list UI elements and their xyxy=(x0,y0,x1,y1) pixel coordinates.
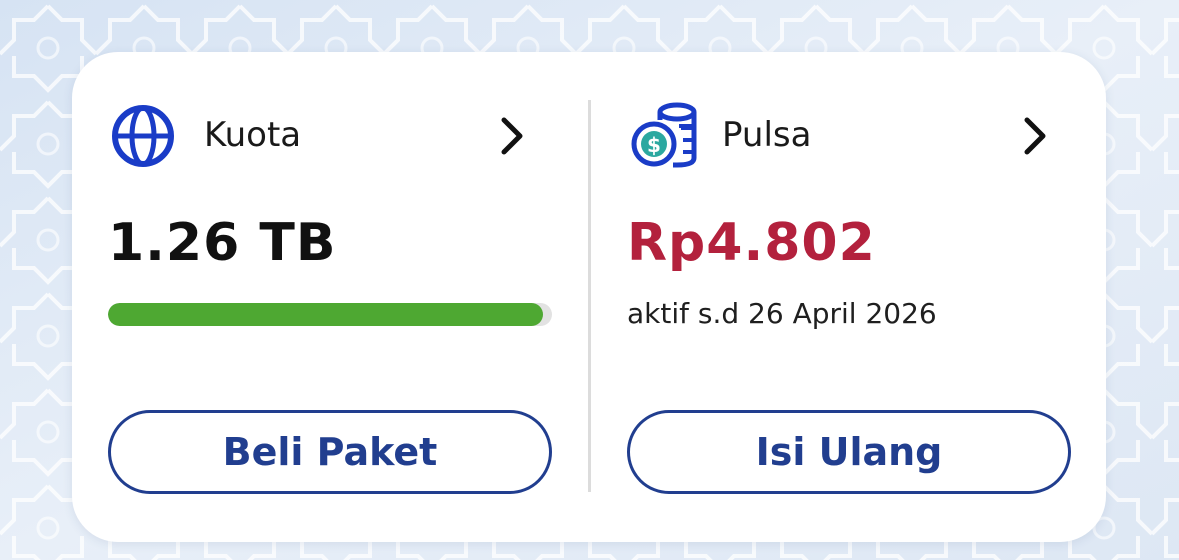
credit-header[interactable]: $ Pulsa xyxy=(591,102,1106,168)
balance-card: Kuota 1.26 TB Beli Paket $ Pulsa Rp4.802… xyxy=(72,52,1106,542)
credit-value: Rp4.802 xyxy=(627,213,876,273)
chevron-right-icon[interactable] xyxy=(492,112,532,160)
credit-expiry-text: aktif s.d 26 April 2026 xyxy=(627,297,937,330)
credit-panel: $ Pulsa Rp4.802 aktif s.d 26 April 2026 … xyxy=(591,52,1106,542)
quota-label: Kuota xyxy=(204,115,302,155)
svg-text:$: $ xyxy=(647,133,661,157)
globe-icon xyxy=(112,105,174,167)
quota-panel: Kuota 1.26 TB Beli Paket xyxy=(72,52,588,542)
quota-value: 1.26 TB xyxy=(108,213,337,273)
coins-icon: $ xyxy=(631,102,697,168)
quota-header[interactable]: Kuota xyxy=(72,102,588,168)
chevron-right-icon[interactable] xyxy=(1015,112,1055,160)
buy-package-button[interactable]: Beli Paket xyxy=(108,410,552,494)
credit-label: Pulsa xyxy=(722,115,812,155)
top-up-button[interactable]: Isi Ulang xyxy=(627,410,1071,494)
quota-progress-fill xyxy=(108,303,544,326)
quota-progress-bar xyxy=(108,303,552,326)
